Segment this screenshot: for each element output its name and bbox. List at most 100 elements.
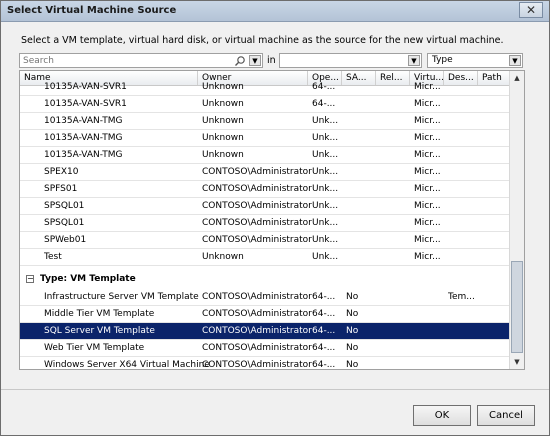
cell-name: Middle Tier VM Template <box>44 309 155 319</box>
table-row[interactable]: Test Unknown Unk... Micr... <box>20 249 512 266</box>
scrollbar-thumb[interactable] <box>511 261 523 353</box>
cancel-button[interactable]: Cancel <box>477 405 535 426</box>
cell-os: 64-... <box>312 343 336 353</box>
group-header-vm-template[interactable]: − Type: VM Template <box>20 270 512 288</box>
cell-owner: CONTOSO\Administrator <box>202 218 312 228</box>
group-label: Type: VM Template <box>40 274 136 284</box>
vm-source-grid[interactable]: Name Owner Ope... SA... Rel... Virtu... … <box>19 70 525 370</box>
cell-owner: Unknown <box>202 150 244 160</box>
cell-virtualization: Micr... <box>414 99 441 109</box>
scope-dropdown[interactable]: ▼ <box>279 53 422 68</box>
cell-virtualization: Micr... <box>414 116 441 126</box>
cell-owner: Unknown <box>202 133 244 143</box>
cell-os: 64-... <box>312 99 336 109</box>
chevron-down-icon[interactable]: ▼ <box>408 55 420 66</box>
cell-os: Unk... <box>312 133 339 143</box>
cell-name: SPSQL01 <box>44 218 85 228</box>
cell-owner: Unknown <box>202 82 244 92</box>
scroll-up-icon[interactable]: ▲ <box>511 72 523 84</box>
cell-owner: CONTOSO\Administrator <box>202 309 312 319</box>
close-icon[interactable]: ✕ <box>519 2 543 18</box>
cell-name: SPEX10 <box>44 167 79 177</box>
cell-sa: No <box>346 343 359 353</box>
table-row[interactable]: SPFS01 CONTOSO\Administrator Unk... Micr... <box>20 181 512 198</box>
cell-virtualization: Micr... <box>414 167 441 177</box>
cell-virtualization: Micr... <box>414 133 441 143</box>
cell-os: 64-... <box>312 326 336 336</box>
table-row[interactable]: SQL Server VM Template CONTOSO\Administra… <box>20 323 512 340</box>
cell-sa: No <box>346 326 359 336</box>
cell-owner: CONTOSO\Administrator <box>202 167 312 177</box>
cell-owner: CONTOSO\Administrator <box>202 201 312 211</box>
table-row[interactable]: SPSQL01 CONTOSO\Administrator Unk... Micr..… <box>20 215 512 232</box>
table-row[interactable]: Web Tier VM Template CONTOSO\Administrato… <box>20 340 512 357</box>
table-row[interactable]: Infrastructure Server VM Template CONTOSO… <box>20 289 512 306</box>
cell-os: Unk... <box>312 201 339 211</box>
cell-virtualization: Micr... <box>414 218 441 228</box>
search-input[interactable] <box>20 54 236 67</box>
cell-os: 64-... <box>312 309 336 319</box>
cell-name: Test <box>44 252 62 262</box>
cell-name: Windows Server X64 Virtual Machine <box>44 360 210 370</box>
cell-sa: No <box>346 360 359 370</box>
cell-owner: CONTOSO\Administrator <box>202 184 312 194</box>
dialog-window: Select Virtual Machine Source ✕ Select a… <box>0 0 550 436</box>
title-bar: Select Virtual Machine Source ✕ <box>1 1 549 22</box>
cell-owner: Unknown <box>202 116 244 126</box>
instruction-text: Select a VM template, virtual hard disk,… <box>21 35 504 46</box>
table-row[interactable]: 10135A-VAN-TMG Unknown Unk... Micr... <box>20 147 512 164</box>
cell-name: 10135A-VAN-SVR1 <box>44 99 127 109</box>
search-box[interactable]: ▼ <box>19 53 263 68</box>
cell-virtualization: Micr... <box>414 235 441 245</box>
in-label: in <box>267 55 276 66</box>
table-row[interactable]: 10135A-VAN-SVR1 Unknown 64-... Micr... <box>20 79 512 96</box>
cell-os: 64-... <box>312 82 336 92</box>
type-value: Type <box>432 55 453 65</box>
search-options-dropdown[interactable]: ▼ <box>249 55 261 66</box>
cell-owner: CONTOSO\Administrator <box>202 292 312 302</box>
cell-sa: No <box>346 292 359 302</box>
cell-sa: No <box>346 309 359 319</box>
cell-owner: CONTOSO\Administrator <box>202 343 312 353</box>
type-dropdown[interactable]: Type ▼ <box>427 53 523 68</box>
cell-name: SPWeb01 <box>44 235 87 245</box>
cell-owner: Unknown <box>202 99 244 109</box>
footer-divider <box>1 389 549 390</box>
cell-name: 10135A-VAN-SVR1 <box>44 82 127 92</box>
cell-name: Web Tier VM Template <box>44 343 145 353</box>
table-row[interactable]: Middle Tier VM Template CONTOSO\Administr… <box>20 306 512 323</box>
cell-virtualization: Micr... <box>414 150 441 160</box>
chevron-down-icon[interactable]: ▼ <box>509 55 521 66</box>
table-row[interactable]: SPEX10 CONTOSO\Administrator Unk... Micr... <box>20 164 512 181</box>
cell-owner: Unknown <box>202 252 244 262</box>
cell-owner: CONTOSO\Administrator <box>202 235 312 245</box>
vertical-scrollbar[interactable]: ▲ ▼ <box>509 71 524 369</box>
table-row[interactable]: Windows Server X64 Virtual Machine CONTOS… <box>20 357 512 370</box>
cell-name: Infrastructure Server VM Template <box>44 292 199 302</box>
cell-os: Unk... <box>312 150 339 160</box>
cell-virtualization: Micr... <box>414 184 441 194</box>
cell-description: Tem... <box>448 292 475 302</box>
cell-name: 10135A-VAN-TMG <box>44 133 123 143</box>
cell-os: Unk... <box>312 252 339 262</box>
ok-button[interactable]: OK <box>413 405 471 426</box>
cell-name: SPFS01 <box>44 184 78 194</box>
cell-name: SQL Server VM Template <box>44 326 155 336</box>
cell-name: SPSQL01 <box>44 201 85 211</box>
cell-os: Unk... <box>312 184 339 194</box>
cell-name: 10135A-VAN-TMG <box>44 150 123 160</box>
window-title: Select Virtual Machine Source <box>7 5 177 16</box>
table-row[interactable]: 10135A-VAN-TMG Unknown Unk... Micr... <box>20 113 512 130</box>
cell-os: Unk... <box>312 218 339 228</box>
cell-os: Unk... <box>312 116 339 126</box>
table-row[interactable]: SPSQL01 CONTOSO\Administrator Unk... Micr..… <box>20 198 512 215</box>
search-icon[interactable] <box>234 55 246 67</box>
cell-virtualization: Micr... <box>414 201 441 211</box>
scroll-down-icon[interactable]: ▼ <box>511 356 523 368</box>
collapse-icon[interactable]: − <box>26 275 34 283</box>
table-row[interactable]: SPWeb01 CONTOSO\Administrator Unk... Micr..… <box>20 232 512 249</box>
table-row[interactable]: 10135A-VAN-SVR1 Unknown 64-... Micr... <box>20 96 512 113</box>
cell-virtualization: Micr... <box>414 252 441 262</box>
cell-owner: CONTOSO\Administrator <box>202 326 312 336</box>
table-row[interactable]: 10135A-VAN-TMG Unknown Unk... Micr... <box>20 130 512 147</box>
